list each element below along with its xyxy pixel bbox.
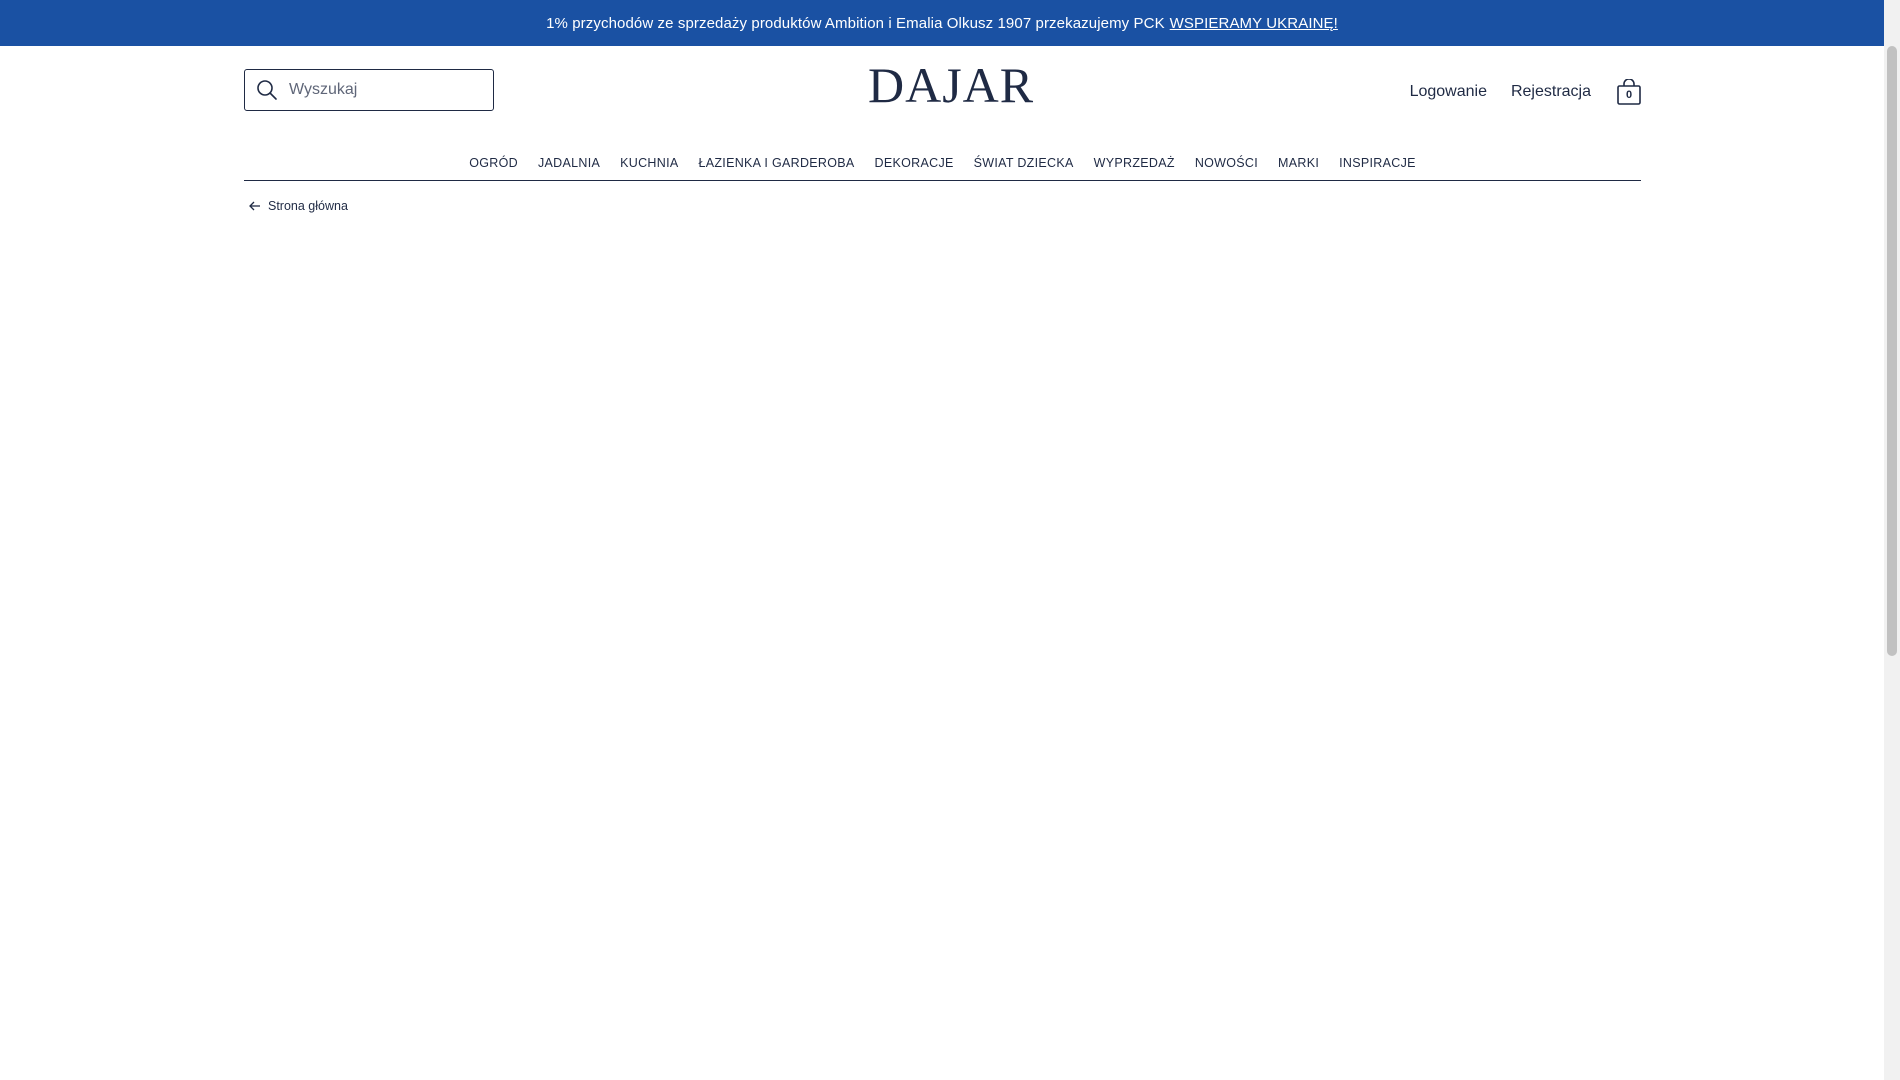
breadcrumb-label: Strona główna (268, 199, 348, 213)
scrollbar-thumb[interactable] (1887, 46, 1897, 656)
login-link[interactable]: Logowanie (1410, 83, 1487, 101)
nav-item-kuchnia[interactable]: KUCHNIA (620, 156, 678, 170)
announcement-link[interactable]: WSPIERAMY UKRAINĘ! (1170, 15, 1338, 32)
header: DAJAR Logowanie Rejestracja 0 OGRÓD JADA… (244, 46, 1641, 182)
nav-item-dekoracje[interactable]: DEKORACJE (875, 156, 954, 170)
main-nav: OGRÓD JADALNIA KUCHNIA ŁAZIENKA I GARDER… (244, 145, 1641, 181)
search-box[interactable] (244, 69, 494, 111)
arrow-left-icon (248, 199, 262, 213)
logo[interactable]: DAJAR (868, 60, 1034, 110)
nav-item-jadalnia[interactable]: JADALNIA (538, 156, 600, 170)
cart-button[interactable]: 0 (1617, 79, 1641, 105)
nav-item-ogrod[interactable]: OGRÓD (469, 156, 518, 170)
account-links: Logowanie Rejestracja 0 (1386, 76, 1641, 108)
cart-count: 0 (1625, 89, 1633, 101)
nav-item-nowosci[interactable]: NOWOŚCI (1195, 156, 1258, 170)
search-input[interactable] (289, 81, 479, 99)
nav-item-lazienka[interactable]: ŁAZIENKA I GARDEROBA (698, 156, 854, 170)
search-icon[interactable] (255, 78, 279, 102)
scrollbar[interactable] (1884, 0, 1900, 1080)
announcement-bar: 1% przychodów ze sprzedaży produktów Amb… (0, 0, 1884, 46)
nav-item-wyprzedaz[interactable]: WYPRZEDAŻ (1094, 156, 1175, 170)
announcement-text: 1% przychodów ze sprzedaży produktów Amb… (546, 14, 1165, 32)
nav-item-marki[interactable]: MARKI (1278, 156, 1319, 170)
breadcrumb[interactable]: Strona główna (248, 199, 348, 213)
nav-item-inspiracje[interactable]: INSPIRACJE (1339, 156, 1416, 170)
nav-item-swiat-dziecka[interactable]: ŚWIAT DZIECKA (974, 156, 1074, 170)
page: 1% przychodów ze sprzedaży produktów Amb… (0, 0, 1900, 1080)
register-link[interactable]: Rejestracja (1511, 83, 1591, 101)
